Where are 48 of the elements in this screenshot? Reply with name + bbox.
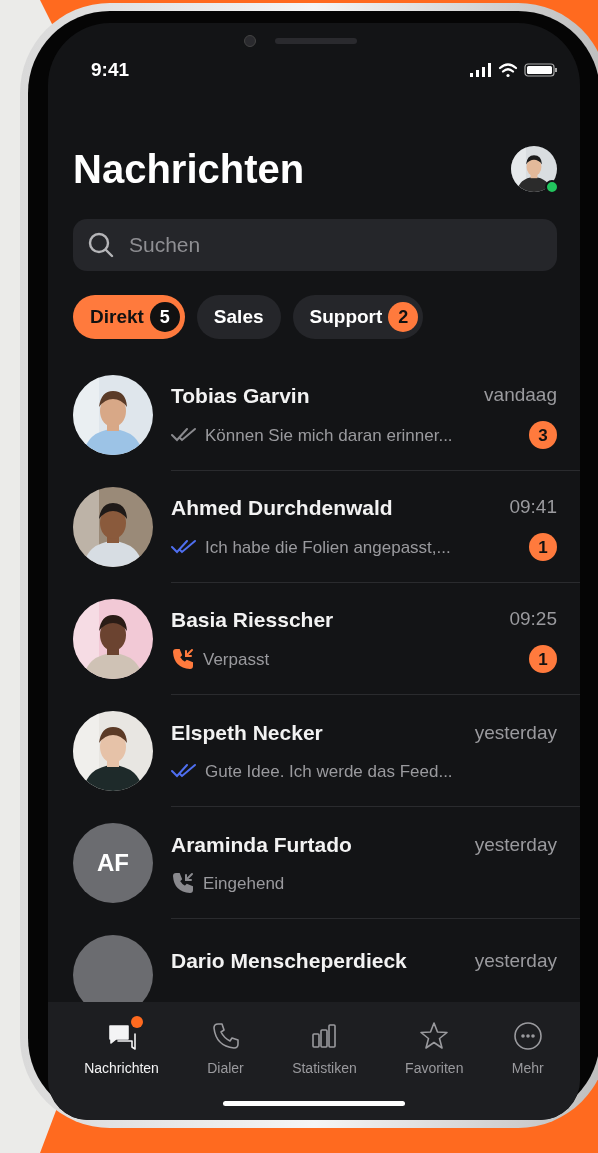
contact-name: Elspeth Necker — [171, 720, 323, 746]
page-title: Nachrichten — [73, 146, 305, 193]
message-time: vandaag — [484, 383, 557, 408]
filter-tab[interactable]: Sales — [196, 295, 281, 339]
contact-name: Dario Menscheperdieck — [171, 948, 407, 974]
filter-tab[interactable]: Support 2 — [292, 295, 424, 339]
message-preview: Gute Idee. Ich werde das Feed... — [205, 760, 453, 783]
search-field[interactable]: Suchen — [73, 219, 557, 271]
missed-call-icon — [171, 647, 195, 672]
status-time: 9:41 — [91, 57, 130, 82]
message-time: 09:25 — [509, 607, 557, 632]
signal-icon — [470, 63, 492, 77]
message-preview: Verpasst — [203, 648, 270, 671]
camera-lens — [244, 35, 256, 47]
contact-name: Basia Riesscher — [171, 606, 334, 633]
search-icon — [87, 231, 115, 259]
battery-icon — [524, 62, 558, 78]
message-preview: Können Sie mich daran erinner... — [205, 424, 453, 447]
star-icon — [418, 1020, 451, 1052]
message-time: 09:41 — [509, 495, 557, 520]
message-preview: Ich habe die Folien angepasst,... — [205, 536, 451, 559]
count-badge: 2 — [388, 302, 419, 332]
contact-name: Tobias Garvin — [171, 382, 310, 409]
conversation-row[interactable]: Ahmed Durchdenwald 09:41 Ich habe die Folien angepasst,... 1 — [48, 471, 580, 583]
avatar: AF — [73, 823, 153, 903]
conversation-row[interactable]: Elspeth Necker yesterday Gute Idee. Ich werde das Feed... — [48, 695, 580, 807]
nav-item[interactable]: Nachrichten — [84, 1020, 159, 1079]
more-icon — [511, 1020, 544, 1052]
conversation-row[interactable]: AF Araminda Furtado yesterday Eingehend — [48, 807, 580, 919]
unread-badge: 3 — [529, 421, 557, 450]
incoming-call-icon — [171, 871, 195, 896]
message-preview: Eingehend — [203, 872, 285, 895]
conversation-row[interactable]: Basia Riesscher 09:25 Verpasst 1 — [48, 583, 580, 695]
nav-item[interactable]: Mehr — [511, 1020, 544, 1079]
wifi-icon — [498, 62, 518, 78]
conversation-row[interactable]: Tobias Garvin vandaag Können Sie mich daran erinner... 3 — [48, 359, 580, 471]
nav-item[interactable]: Statistiken — [292, 1020, 357, 1079]
message-time: yesterday — [474, 720, 557, 745]
unread-badge: 1 — [529, 645, 557, 674]
filter-tab[interactable]: Direkt 5 — [73, 295, 185, 339]
nav-item[interactable]: Favoriten — [405, 1020, 464, 1079]
nav-item[interactable]: Dialer — [207, 1020, 244, 1079]
message-time: yesterday — [474, 832, 557, 857]
contact-name: Ahmed Durchdenwald — [171, 494, 393, 521]
unread-badge: 1 — [529, 533, 557, 562]
message-time: yesterday — [474, 948, 557, 973]
contact-name: Araminda Furtado — [171, 832, 352, 858]
count-badge: 5 — [149, 302, 180, 332]
